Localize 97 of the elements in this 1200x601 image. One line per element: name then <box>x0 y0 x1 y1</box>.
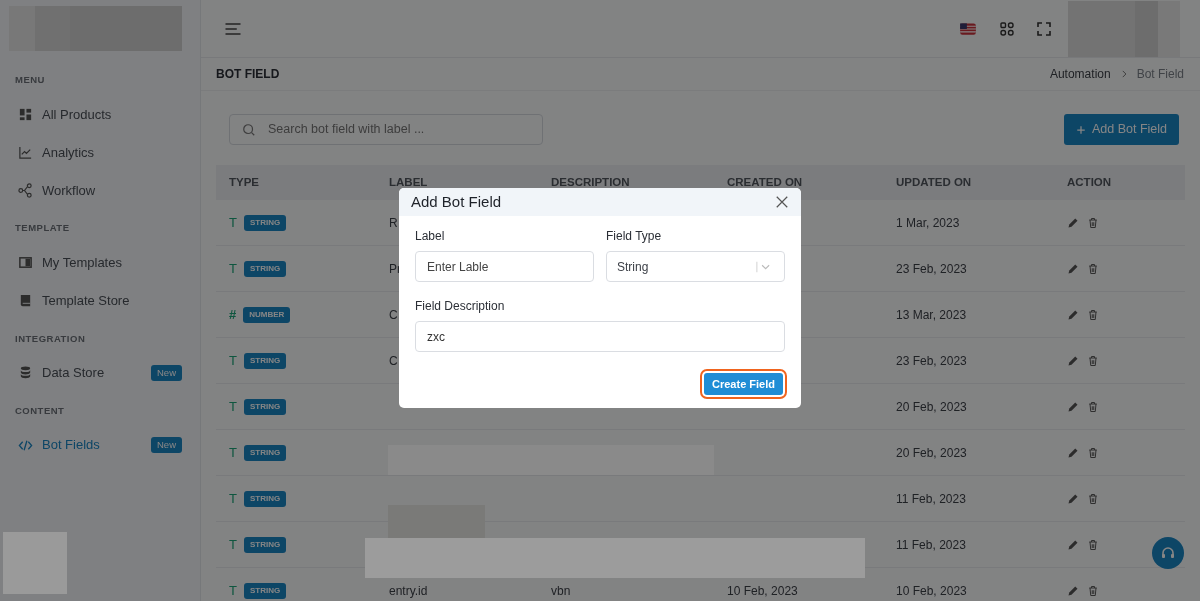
table-cell: 23 Feb, 2023 <box>896 353 967 368</box>
sidebar-item[interactable]: Template Store <box>0 281 200 320</box>
sidebar-item[interactable]: Workflow <box>0 171 200 210</box>
section-heading: MENU <box>14 73 46 87</box>
breadcrumb-item: Bot Field <box>1136 66 1184 83</box>
page-title: BOT FIELD <box>216 66 280 83</box>
text-type-icon: T <box>229 534 237 555</box>
breadcrumb-item[interactable]: Automation <box>1049 65 1111 83</box>
trash-icon[interactable] <box>1087 538 1099 551</box>
table-cell: 20 Feb, 2023 <box>896 399 967 414</box>
trash-icon[interactable] <box>1087 216 1099 229</box>
table-cell: 23 Feb, 2023 <box>896 261 967 276</box>
fullscreen-icon[interactable] <box>1036 20 1052 37</box>
table-cell: 11 Feb, 2023 <box>896 537 966 552</box>
text-type-icon: T <box>229 258 237 279</box>
section-heading: TEMPLATE <box>14 221 71 236</box>
column-header: CREATED ON <box>727 174 804 190</box>
column-header: TYPE <box>229 174 261 190</box>
table-cell: 13 Mar, 2023 <box>896 307 967 322</box>
column-header: LABEL <box>389 174 429 190</box>
type-badge: STRING <box>243 490 287 507</box>
table-cell: 10 Feb, 2023 <box>896 583 967 598</box>
pencil-icon[interactable] <box>1067 584 1079 597</box>
search-input[interactable]: Search bot field with label ... <box>266 119 530 140</box>
support-button[interactable] <box>1152 537 1184 569</box>
table-cell: 1 Mar, 2023 <box>896 215 960 230</box>
pixelated-area <box>3 532 67 594</box>
text-type-icon: T <box>229 488 237 509</box>
search-icon <box>242 122 256 137</box>
table-cell: 11 Feb, 2023 <box>896 491 966 506</box>
type-badge: STRING <box>243 260 287 277</box>
type-badge: STRING <box>243 352 287 369</box>
pencil-icon[interactable] <box>1067 446 1079 459</box>
text-type-icon: T <box>229 396 237 417</box>
headset-icon <box>1160 545 1176 561</box>
type-badge: STRING <box>243 398 287 415</box>
section-heading: CONTENT <box>14 403 66 418</box>
table-cell: C <box>389 353 398 368</box>
table-cell: 20 Feb, 2023 <box>896 445 967 460</box>
field-label: Field Type <box>606 228 662 245</box>
pencil-icon[interactable] <box>1067 354 1079 367</box>
trash-icon[interactable] <box>1087 446 1099 459</box>
trash-icon[interactable] <box>1087 262 1099 275</box>
field-type-select[interactable]: String <box>606 251 785 282</box>
pencil-icon[interactable] <box>1067 216 1079 229</box>
text-type-icon: T <box>229 580 237 601</box>
trash-icon[interactable] <box>1087 400 1099 413</box>
share-nodes-icon <box>18 182 33 198</box>
field-label: Label <box>415 228 445 245</box>
new-badge: New <box>151 436 182 454</box>
field-label: Field Description <box>415 298 505 315</box>
type-badge: STRING <box>243 214 287 231</box>
type-badge: STRING <box>243 536 287 553</box>
text-type-icon: T <box>229 350 237 371</box>
close-icon[interactable] <box>775 195 789 209</box>
column-header: UPDATED ON <box>896 174 973 190</box>
pencil-icon[interactable] <box>1067 492 1079 505</box>
table-cell: entry.id <box>389 583 428 598</box>
trash-icon[interactable] <box>1087 584 1099 597</box>
table-cell: vbn <box>551 583 571 598</box>
type-badge: STRING <box>243 582 287 599</box>
modal-title: Add Bot Field <box>411 191 502 212</box>
sidebar-item[interactable]: Bot Fields New <box>0 426 200 464</box>
apps-grid-icon[interactable] <box>999 20 1015 37</box>
input-field[interactable]: Enter Lable <box>415 251 594 282</box>
sidebar-item[interactable]: Analytics <box>0 133 200 172</box>
text-type-icon: T <box>229 442 237 463</box>
pencil-icon[interactable] <box>1067 400 1079 413</box>
table-cell: 10 Feb, 2023 <box>727 583 798 598</box>
sidebar-item[interactable]: All Products <box>0 95 200 134</box>
pencil-icon[interactable] <box>1067 262 1079 275</box>
text-type-icon: T <box>229 212 237 233</box>
add-bot-field-button[interactable]: Add Bot Field <box>1063 114 1179 145</box>
sidebar-item[interactable]: Data Store New <box>0 353 200 392</box>
input-field[interactable]: zxc <box>415 321 785 352</box>
section-heading: INTEGRATION <box>14 331 87 346</box>
pencil-icon[interactable] <box>1067 538 1079 551</box>
trash-icon[interactable] <box>1087 354 1099 367</box>
book-icon <box>18 293 33 308</box>
plus-icon <box>1075 124 1086 135</box>
table-cell: R <box>389 215 398 230</box>
line-chart-icon <box>18 144 33 160</box>
search-field[interactable]: Search bot field with label ... <box>229 114 543 145</box>
column-header: ACTION <box>1067 174 1113 190</box>
database-icon <box>18 365 33 381</box>
column-header: DESCRIPTION <box>551 174 631 190</box>
table-cell: C <box>389 307 398 322</box>
sidebar-item[interactable]: My Templates <box>0 243 200 282</box>
new-badge: New <box>151 364 182 381</box>
layout-icon <box>18 255 33 270</box>
trash-icon[interactable] <box>1087 308 1099 321</box>
dashboard-icon <box>18 106 33 122</box>
pencil-icon[interactable] <box>1067 308 1079 321</box>
trash-icon[interactable] <box>1087 492 1099 505</box>
type-badge: STRING <box>243 444 287 461</box>
number-type-icon: # <box>229 304 237 325</box>
type-badge: NUMBER <box>243 306 291 323</box>
